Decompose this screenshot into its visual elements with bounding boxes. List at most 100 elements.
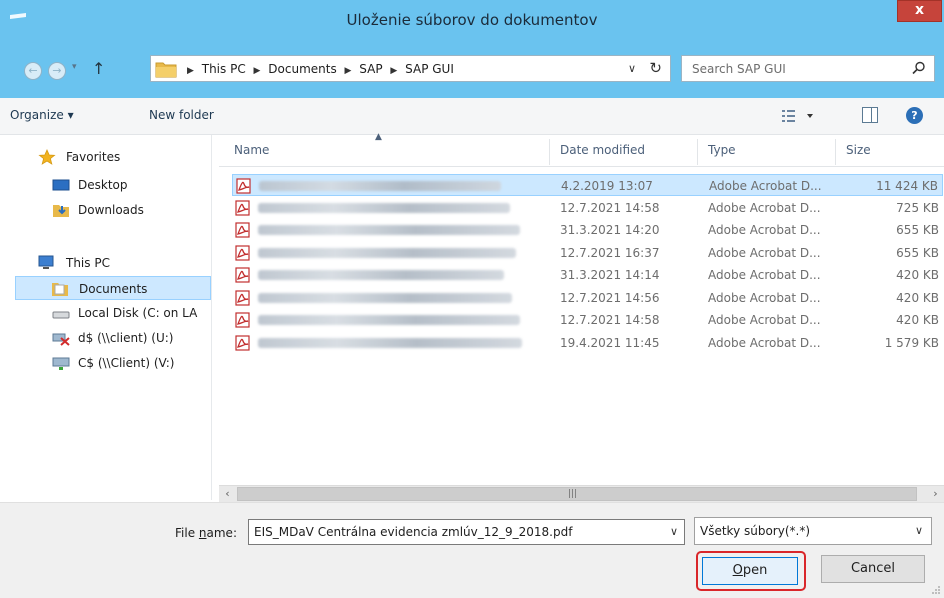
nav-desktop-label: Desktop — [78, 178, 128, 192]
network-drive-icon — [52, 357, 70, 370]
command-toolbar: Organize ▾ New folder ? — [0, 98, 944, 135]
open-button[interactable]: Open — [702, 557, 798, 585]
address-bar[interactable]: ▶ This PC ▶ Documents ▶ SAP ▶ SAP GUI ∨ … — [150, 55, 671, 82]
file-name-redacted — [259, 181, 501, 191]
pdf-file-icon — [235, 244, 250, 261]
nav-this-pc-label: This PC — [66, 256, 110, 270]
breadcrumb-documents[interactable]: Documents — [268, 62, 336, 76]
file-size: 655 KB — [896, 245, 939, 260]
scroll-left-arrow-icon[interactable]: ‹ — [219, 486, 236, 502]
forward-button[interactable]: → — [48, 62, 66, 80]
back-button[interactable]: ← — [24, 62, 42, 80]
nav-desktop[interactable]: Desktop — [0, 173, 211, 197]
pdf-file-icon — [235, 267, 250, 283]
table-row[interactable]: 19.4.2021 11:45 Adobe Acrobat D... 1 579 K… — [232, 332, 943, 354]
up-arrow-icon[interactable]: ↑ — [92, 59, 105, 78]
breadcrumb-sap-gui[interactable]: SAP GUI — [405, 62, 454, 76]
close-button[interactable]: x — [897, 0, 942, 22]
nav-favorites[interactable]: Favorites — [0, 145, 211, 169]
breadcrumb: ▶ This PC ▶ Documents ▶ SAP ▶ SAP GUI — [187, 62, 454, 76]
nav-this-pc[interactable]: This PC — [0, 251, 211, 275]
nav-local-disk[interactable]: Local Disk (C: on LA — [0, 301, 211, 325]
navigation-pane: Favorites Desktop Downloads This PC Docu… — [0, 135, 212, 500]
computer-icon — [38, 255, 54, 269]
breadcrumb-sap[interactable]: SAP — [359, 62, 382, 76]
cancel-button[interactable]: Cancel — [821, 555, 925, 583]
file-date-modified: 12.7.2021 16:37 — [560, 245, 660, 260]
pdf-file-icon — [235, 312, 250, 328]
table-row[interactable]: 31.3.2021 14:14 Adobe Acrobat D... 420 KB — [232, 264, 943, 286]
refresh-icon[interactable]: ↻ — [649, 59, 662, 77]
table-row[interactable]: 12.7.2021 14:56 Adobe Acrobat D... 420 KB — [232, 287, 943, 309]
search-placeholder: Search SAP GUI — [692, 62, 786, 76]
new-folder-button[interactable]: New folder — [149, 108, 214, 122]
file-type: Adobe Acrobat D... — [708, 313, 821, 327]
file-date-modified: 12.7.2021 14:58 — [560, 200, 660, 215]
column-date-modified[interactable]: Date modified — [560, 143, 645, 157]
search-icon[interactable] — [912, 61, 926, 75]
breadcrumb-this-pc[interactable]: This PC — [202, 62, 246, 76]
table-row[interactable]: 4.2.2019 13:07 Adobe Acrobat D... 11 424 K… — [232, 174, 943, 196]
nav-downloads[interactable]: Downloads — [0, 198, 211, 222]
column-divider[interactable] — [697, 139, 698, 165]
nav-documents-label: Documents — [79, 282, 148, 296]
preview-pane-icon[interactable] — [862, 107, 878, 123]
recent-locations-chevron-icon[interactable]: ▾ — [72, 62, 77, 72]
file-type: Adobe Acrobat D... — [708, 200, 821, 215]
file-date-modified: 31.3.2021 14:14 — [560, 268, 660, 282]
table-row[interactable]: 12.7.2021 14:58 Adobe Acrobat D... 725 KB — [232, 197, 943, 219]
pdf-file-icon — [236, 178, 251, 194]
bottom-panel: File name: EIS_MDaV Centrálna evidencia … — [0, 502, 944, 598]
file-size: 1 579 KB — [884, 335, 939, 350]
search-box[interactable]: Search SAP GUI — [681, 55, 935, 82]
window-title: Uloženie súborov do dokumentov — [346, 11, 598, 29]
save-dialog: Uloženie súborov do dokumentov x ← → ▾ ↑… — [0, 0, 944, 598]
column-type[interactable]: Type — [708, 143, 736, 157]
nav-d-drive[interactable]: d$ (\\client) (U:) — [0, 326, 211, 350]
file-name-chevron-down-icon[interactable]: ∨ — [670, 525, 678, 538]
scrollbar-thumb[interactable]: ||| — [237, 487, 917, 501]
title-bar: Uloženie súborov do dokumentov x — [0, 0, 944, 40]
organize-button[interactable]: Organize ▾ — [10, 108, 74, 122]
horizontal-scrollbar[interactable]: ‹ ||| › — [219, 485, 944, 502]
column-size[interactable]: Size — [846, 143, 871, 157]
column-name[interactable]: Name — [234, 143, 269, 157]
file-type: Adobe Acrobat D... — [709, 179, 822, 193]
file-type-select[interactable]: Všetky súbory(*.*) ∨ — [694, 517, 932, 545]
file-type: Adobe Acrobat D... — [708, 290, 821, 305]
file-type: Adobe Acrobat D... — [708, 335, 821, 350]
file-name-label: File name: — [175, 526, 237, 540]
folder-icon — [155, 62, 177, 78]
nav-documents[interactable]: Documents — [15, 276, 211, 300]
table-row[interactable]: 12.7.2021 16:37 Adobe Acrobat D... 655 KB — [232, 242, 943, 264]
file-name-input[interactable]: EIS_MDaV Centrálna evidencia zmlúv_12_9_… — [254, 525, 572, 539]
file-name-combobox[interactable]: EIS_MDaV Centrálna evidencia zmlúv_12_9_… — [248, 519, 685, 545]
scroll-right-arrow-icon[interactable]: › — [927, 486, 944, 502]
file-name-redacted — [258, 225, 520, 235]
file-type-chevron-down-icon[interactable]: ∨ — [915, 524, 923, 537]
address-dropdown-chevron-icon[interactable]: ∨ — [628, 62, 636, 75]
file-size: 420 KB — [896, 313, 939, 327]
star-icon — [38, 149, 56, 165]
file-date-modified: 31.3.2021 14:20 — [560, 223, 660, 237]
file-type: Adobe Acrobat D... — [708, 245, 821, 260]
sort-ascending-icon: ▲ — [375, 132, 382, 142]
drive-icon — [52, 311, 70, 319]
table-row[interactable]: 12.7.2021 14:58 Adobe Acrobat D... 420 KB — [232, 309, 943, 331]
nav-favorites-label: Favorites — [66, 150, 121, 164]
file-size: 11 424 KB — [876, 179, 938, 193]
resize-grip-icon[interactable] — [931, 585, 941, 595]
file-size: 725 KB — [896, 200, 939, 215]
pdf-file-icon — [235, 199, 250, 216]
help-icon[interactable]: ? — [906, 107, 923, 124]
pdf-file-icon — [235, 334, 250, 351]
table-row[interactable]: 31.3.2021 14:20 Adobe Acrobat D... 655 KB — [232, 219, 943, 241]
file-name-redacted — [258, 337, 522, 348]
downloads-icon — [53, 205, 69, 217]
change-view-icon[interactable] — [781, 108, 815, 124]
nav-c-drive[interactable]: C$ (\\Client) (V:) — [0, 351, 211, 375]
file-size: 420 KB — [896, 268, 939, 282]
disconnected-network-drive-icon — [52, 333, 70, 346]
column-divider[interactable] — [549, 139, 550, 165]
column-divider[interactable] — [835, 139, 836, 165]
